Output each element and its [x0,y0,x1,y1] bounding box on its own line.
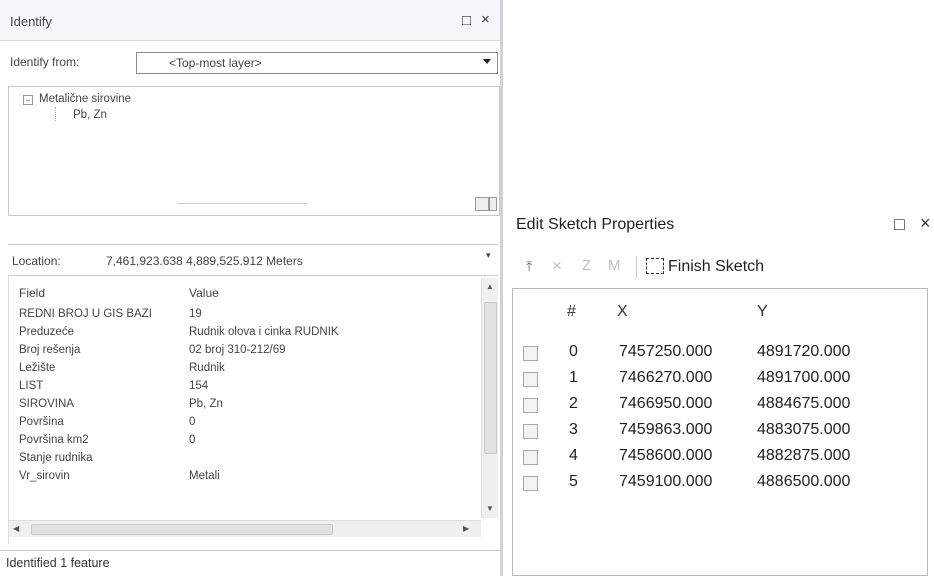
delete-vertex-button[interactable]: × [552,256,562,276]
vertex-row[interactable]: 2 7466950.000 4884675.000 [523,395,923,419]
horizontal-scrollbar[interactable]: ◀ ▶ [9,520,481,537]
field-name: Ležište [19,362,56,374]
vertex-table: # X Y 0 7457250.000 4891720.000 1 746627… [512,288,928,576]
status-separator [0,550,500,551]
vertical-scrollbar[interactable]: ▲ ▼ [481,278,498,518]
vertex-y[interactable]: 4882875.000 [757,447,850,465]
vertex-row[interactable]: 4 7458600.000 4882875.000 [523,447,923,471]
scroll-thumb[interactable] [484,302,497,454]
vertex-y[interactable]: 4891720.000 [757,343,850,361]
vertex-checkbox[interactable] [523,476,538,491]
column-header-index: # [567,303,576,320]
field-value: Rudnik olova i cinka RUDNIK [189,326,339,338]
identify-from-dropdown[interactable]: <Top-most layer> [136,52,498,74]
insert-vertex-icon[interactable]: ⤒ [526,258,532,275]
finish-sketch-button[interactable]: Finish Sketch [668,258,764,276]
window-divider[interactable] [500,0,503,576]
field-value: Pb, Zn [189,398,223,410]
results-tree: − Metalične sirovine Pb, Zn [8,86,500,216]
vertex-y[interactable]: 4883075.000 [757,421,850,439]
location-label: Location: [12,254,61,268]
vertex-index: 2 [569,395,578,412]
vertex-x[interactable]: 7457250.000 [619,343,712,361]
vertex-row[interactable]: 0 7457250.000 4891720.000 [523,343,923,367]
vertex-checkbox[interactable] [523,450,538,465]
vertex-index: 0 [569,343,578,360]
vertex-x[interactable]: 7459100.000 [619,473,712,491]
field-value: 02 broj 310-212/69 [189,344,286,356]
sketch-title: Edit Sketch Properties [516,216,675,233]
restore-button[interactable]: □ [462,13,471,29]
field-name: REDNI BROJ U GIS BAZI [19,308,152,320]
vertex-checkbox[interactable] [523,398,538,413]
chevron-down-icon[interactable] [483,59,491,64]
field-name: Površina [19,416,64,428]
column-header-y: Y [757,303,768,320]
vertex-x[interactable]: 7459863.000 [619,421,712,439]
vertex-index: 3 [569,421,578,438]
edit-sketch-window: Edit Sketch Properties □ × ⤒ × Z M Finis… [510,200,934,576]
vertex-index: 1 [569,369,578,386]
field-name: Preduzeće [19,326,74,338]
vertex-x[interactable]: 7466270.000 [619,369,712,387]
vertex-checkbox[interactable] [523,424,538,439]
z-button[interactable]: Z [582,257,591,274]
identify-title: Identify [10,14,52,29]
vertex-y[interactable]: 4891700.000 [757,369,850,387]
identify-from-value: <Top-most layer> [169,56,262,70]
location-value: 7,461,923.638 4,889,525.912 Meters [106,254,303,268]
vertex-row[interactable]: 1 7466270.000 4891700.000 [523,369,923,393]
vertex-x[interactable]: 7466950.000 [619,395,712,413]
scroll-up-icon[interactable]: ▲ [486,282,494,291]
vertex-checkbox[interactable] [523,372,538,387]
tree-root-item[interactable]: Metalične sirovine [39,93,131,105]
scroll-left-icon[interactable]: ◀ [13,524,19,533]
field-value: Rudnik [189,362,225,374]
vertex-row[interactable]: 5 7459100.000 4886500.000 [523,473,923,497]
toolbar-separator [636,256,637,278]
finish-sketch-icon[interactable] [646,258,664,274]
scroll-right-icon[interactable]: ▶ [463,524,469,533]
field-name: Površina km2 [19,434,89,446]
field-column-header[interactable]: Field [19,286,45,300]
m-button[interactable]: M [608,257,621,274]
vertex-row[interactable]: 3 7459863.000 4883075.000 [523,421,923,445]
status-text: Identified 1 feature [6,556,110,570]
location-separator [8,244,498,245]
scroll-thumb-horizontal[interactable] [31,524,333,535]
attribute-grid: Field Value REDNI BROJ U GIS BAZI 19 Pre… [8,276,499,544]
vertex-index: 4 [569,447,578,464]
field-name: LIST [19,380,44,392]
tree-splitter[interactable] [177,203,307,204]
restore-button[interactable]: □ [894,215,905,233]
location-dropdown-icon[interactable]: ▾ [486,250,491,261]
identify-from-label: Identify from: [10,55,80,69]
field-name: SIROVINA [19,398,74,410]
vertex-x[interactable]: 7458600.000 [619,447,712,465]
close-button[interactable]: × [481,12,490,28]
scroll-down-icon[interactable]: ▼ [486,504,494,513]
field-name: Stanje rudnika [19,452,93,464]
field-name: Vr_sirovin [19,470,70,482]
view-toggle-icon[interactable] [475,197,489,211]
field-value: Metali [189,470,220,482]
tree-child-item[interactable]: Pb, Zn [73,109,107,121]
field-value: 0 [189,416,196,428]
identify-window: Identify □ × Identify from: <Top-most la… [0,0,500,576]
value-column-header[interactable]: Value [189,286,219,300]
field-name: Broj rešenja [19,344,81,356]
identify-titlebar: Identify □ × [0,0,500,41]
vertex-index: 5 [569,473,578,490]
tree-connector [55,107,57,121]
vertex-checkbox[interactable] [523,346,538,361]
column-header-x: X [617,303,628,320]
vertex-y[interactable]: 4886500.000 [757,473,850,491]
vertex-y[interactable]: 4884675.000 [757,395,850,413]
field-value: 0 [189,434,196,446]
info-icon[interactable] [489,197,497,211]
field-value: 19 [189,308,202,320]
field-value: 154 [189,380,209,392]
close-button[interactable]: × [920,214,931,232]
collapse-icon[interactable]: − [23,95,33,105]
